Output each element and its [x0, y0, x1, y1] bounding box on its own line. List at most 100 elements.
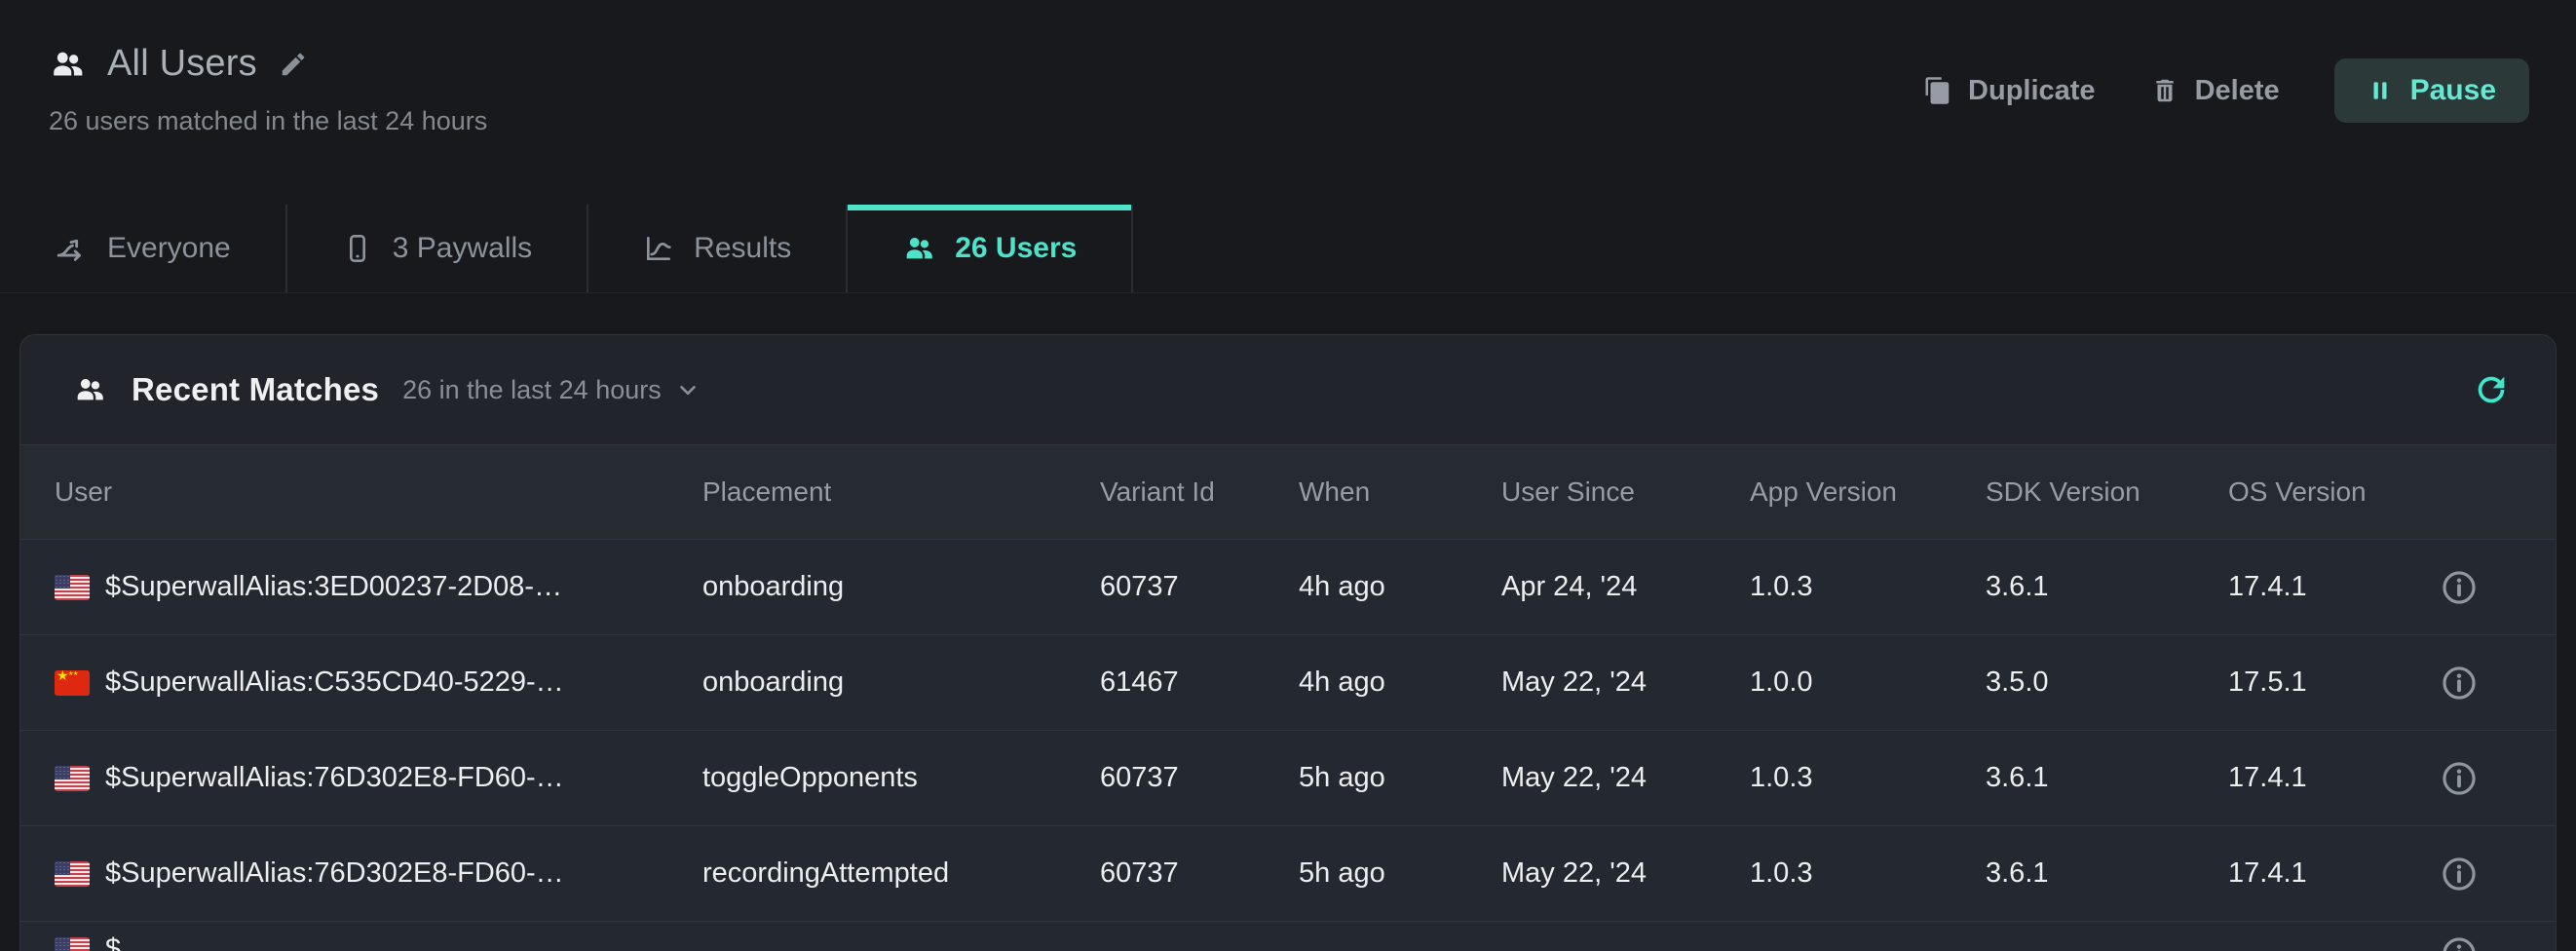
phone-icon — [342, 233, 373, 264]
placement-cell: toggleOpponents — [702, 762, 1100, 794]
tab-users[interactable]: 26 Users — [848, 205, 1133, 292]
tab-bar: Everyone 3 Paywalls Results 26 Users — [0, 205, 2576, 293]
column-header-os-version: OS Version — [2228, 476, 2442, 508]
column-header-user-since: User Since — [1501, 476, 1750, 508]
page-subtitle: 26 users matched in the last 24 hours — [49, 106, 487, 136]
pause-button[interactable]: Pause — [2334, 58, 2529, 123]
when-cell: 5h ago — [1299, 762, 1501, 794]
placement-cell: recordingAttempted — [702, 857, 1100, 890]
column-header-when: When — [1299, 476, 1501, 508]
table-row[interactable]: $ — [20, 922, 2556, 951]
users-icon — [73, 373, 106, 406]
info-cell — [2442, 758, 2556, 799]
recent-matches-panel: Recent Matches 26 in the last 24 hours U… — [19, 334, 2557, 951]
country-flag-icon — [55, 670, 90, 696]
sdk-version-cell: 3.5.0 — [1986, 666, 2228, 699]
user-alias: $SuperwallAlias:C535CD40-5229-… — [105, 666, 564, 699]
table-header-row: User Placement Variant Id When User Sinc… — [20, 444, 2556, 540]
table-body: $SuperwallAlias:3ED00237-2D08-… onboardi… — [20, 540, 2556, 951]
panel-subtitle: 26 in the last 24 hours — [402, 375, 662, 405]
country-flag-icon — [55, 766, 90, 791]
tab-label: 3 Paywalls — [393, 232, 532, 265]
os-version-cell: 17.4.1 — [2228, 857, 2442, 890]
app-version-cell: 1.0.3 — [1750, 762, 1986, 794]
info-cell — [2442, 933, 2556, 951]
user-alias: $SuperwallAlias:76D302E8-FD60-… — [105, 857, 564, 890]
info-cell — [2442, 663, 2556, 704]
users-icon — [902, 232, 935, 265]
tab-label: 26 Users — [955, 232, 1077, 265]
table-row[interactable]: $SuperwallAlias:76D302E8-FD60-… recordin… — [20, 826, 2556, 922]
info-cell — [2442, 567, 2556, 608]
trash-icon — [2150, 76, 2179, 105]
os-version-cell: 17.4.1 — [2228, 571, 2442, 603]
tab-results[interactable]: Results — [588, 205, 848, 292]
user-cell: $SuperwallAlias:76D302E8-FD60-… — [55, 762, 702, 794]
os-version-cell: 17.5.1 — [2228, 666, 2442, 699]
duplicate-icon — [1923, 76, 1952, 105]
column-header-user: User — [55, 476, 702, 508]
app-version-cell: 1.0.3 — [1750, 857, 1986, 890]
column-header-app-version: App Version — [1750, 476, 1986, 508]
user-alias: $ — [105, 933, 121, 951]
column-header-variant-id: Variant Id — [1100, 476, 1299, 508]
user-since-cell: May 22, '24 — [1501, 762, 1750, 794]
user-alias: $SuperwallAlias:3ED00237-2D08-… — [105, 571, 562, 603]
variant-id-cell: 60737 — [1100, 857, 1299, 890]
app-version-cell: 1.0.0 — [1750, 666, 1986, 699]
delete-button[interactable]: Delete — [2150, 75, 2280, 107]
when-cell: 5h ago — [1299, 857, 1501, 890]
panel-header: Recent Matches 26 in the last 24 hours — [20, 335, 2556, 444]
user-cell: $SuperwallAlias:C535CD40-5229-… — [55, 666, 702, 699]
os-version-cell: 17.4.1 — [2228, 762, 2442, 794]
pause-label: Pause — [2410, 74, 2496, 107]
when-cell: 4h ago — [1299, 666, 1501, 699]
column-header-sdk-version: SDK Version — [1986, 476, 2228, 508]
page-title: All Users — [107, 43, 257, 85]
page-header: All Users 26 users matched in the last 2… — [0, 0, 2576, 205]
country-flag-icon — [55, 937, 90, 951]
user-cell: $SuperwallAlias:3ED00237-2D08-… — [55, 571, 702, 603]
info-icon[interactable] — [2442, 663, 2480, 704]
country-flag-icon — [55, 575, 90, 600]
info-icon[interactable] — [2442, 567, 2480, 608]
info-icon[interactable] — [2442, 933, 2480, 951]
title-block: All Users 26 users matched in the last 2… — [49, 43, 487, 136]
placement-cell: onboarding — [702, 666, 1100, 699]
header-actions: Duplicate Delete Pause — [1923, 58, 2529, 123]
user-cell: $ — [55, 933, 702, 951]
user-since-cell: May 22, '24 — [1501, 666, 1750, 699]
split-arrow-icon — [55, 232, 88, 265]
column-header-placement: Placement — [702, 476, 1100, 508]
sdk-version-cell: 3.6.1 — [1986, 857, 2228, 890]
tab-label: Results — [694, 232, 791, 265]
duplicate-label: Duplicate — [1968, 75, 2096, 107]
duplicate-button[interactable]: Duplicate — [1923, 75, 2096, 107]
sdk-version-cell: 3.6.1 — [1986, 571, 2228, 603]
table-row[interactable]: $SuperwallAlias:76D302E8-FD60-… toggleOp… — [20, 731, 2556, 826]
variant-id-cell: 60737 — [1100, 762, 1299, 794]
user-since-cell: May 22, '24 — [1501, 857, 1750, 890]
edit-pencil-icon[interactable] — [279, 50, 308, 79]
pause-icon — [2368, 78, 2393, 103]
variant-id-cell: 60737 — [1100, 571, 1299, 603]
info-icon[interactable] — [2442, 758, 2480, 799]
tab-everyone[interactable]: Everyone — [0, 205, 287, 292]
user-alias: $SuperwallAlias:76D302E8-FD60-… — [105, 762, 564, 794]
delete-label: Delete — [2195, 75, 2280, 107]
user-cell: $SuperwallAlias:76D302E8-FD60-… — [55, 857, 702, 890]
tab-paywalls[interactable]: 3 Paywalls — [287, 205, 588, 292]
match-window-dropdown[interactable]: 26 in the last 24 hours — [402, 375, 701, 405]
chart-icon — [643, 233, 674, 264]
info-icon[interactable] — [2442, 854, 2480, 894]
users-dashboard: All Users 26 users matched in the last 2… — [0, 0, 2576, 951]
refresh-icon[interactable] — [2466, 364, 2517, 415]
users-icon — [49, 46, 86, 83]
table-row[interactable]: $SuperwallAlias:C535CD40-5229-… onboardi… — [20, 635, 2556, 731]
panel-title: Recent Matches — [132, 371, 379, 408]
variant-id-cell: 61467 — [1100, 666, 1299, 699]
app-version-cell: 1.0.3 — [1750, 571, 1986, 603]
when-cell: 4h ago — [1299, 571, 1501, 603]
placement-cell: onboarding — [702, 571, 1100, 603]
table-row[interactable]: $SuperwallAlias:3ED00237-2D08-… onboardi… — [20, 540, 2556, 635]
